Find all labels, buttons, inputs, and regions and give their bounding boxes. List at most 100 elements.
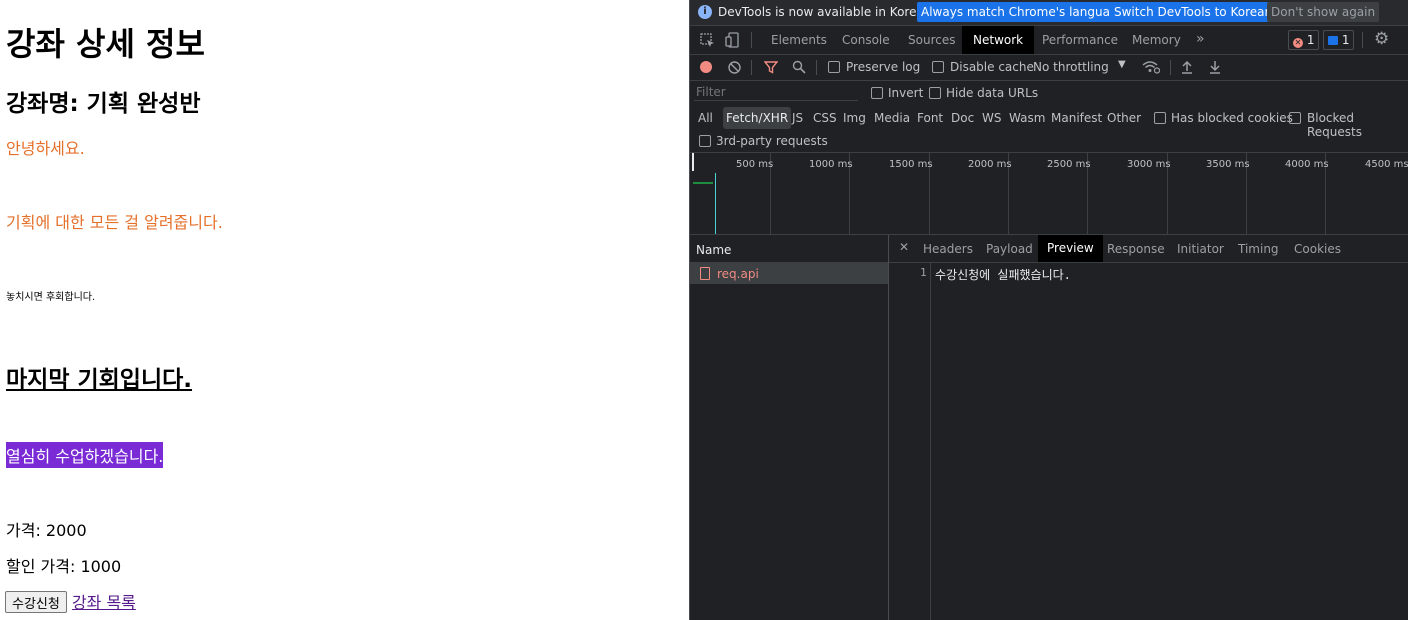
tab-memory[interactable]: Memory [1132, 33, 1181, 47]
line-number: 1 [920, 266, 927, 279]
clear-icon[interactable] [728, 61, 741, 74]
timeline-request-bar [693, 182, 713, 184]
third-party-row: 3rd-party requests [690, 130, 1408, 153]
third-party-checkbox[interactable] [699, 135, 711, 147]
timeline-selection-handle[interactable] [692, 153, 694, 171]
network-conditions-icon[interactable] [1142, 60, 1160, 74]
type-filter-wasm[interactable]: Wasm [1009, 111, 1045, 125]
detail-tab-preview[interactable]: Preview [1038, 235, 1103, 262]
highlighted-text: 열심히 수업하겠습니다. [6, 442, 164, 468]
timeline-tick: 3000 ms [1127, 159, 1171, 170]
throttling-dropdown-icon[interactable]: ▼ [1118, 59, 1126, 70]
price-text: 가격: 2000 [6, 521, 87, 540]
filter-input[interactable] [694, 84, 858, 101]
network-timeline-overview[interactable]: 500 ms 1000 ms 1500 ms 2000 ms 2500 ms 3… [690, 153, 1408, 235]
type-filter-img[interactable]: Img [843, 111, 866, 125]
detail-tab-headers[interactable]: Headers [923, 242, 973, 256]
tab-elements[interactable]: Elements [771, 33, 827, 47]
toolbar-divider [816, 60, 817, 75]
timeline-event-marker [715, 173, 716, 234]
request-row[interactable]: req.api [690, 263, 888, 284]
search-icon[interactable] [792, 60, 806, 74]
devtools-panel: i DevTools is now available in Korean! A… [689, 0, 1408, 620]
timeline-tick: 3500 ms [1206, 159, 1250, 170]
detail-tabbar: ✕ Headers Payload Preview Response Initi… [889, 235, 1408, 263]
timeline-tick: 1500 ms [889, 159, 933, 170]
preserve-log-checkbox[interactable] [828, 61, 840, 73]
timeline-tick: 4500 ms [1365, 159, 1408, 170]
page-title: 강좌 상세 정보 [6, 25, 205, 63]
disable-cache-label: Disable cache [950, 60, 1034, 74]
hide-data-urls-checkbox[interactable] [929, 87, 941, 99]
network-lower-split: Name req.api ✕ Headers Payload Preview R… [690, 235, 1408, 620]
detail-tab-response[interactable]: Response [1107, 242, 1165, 256]
error-count-badge[interactable]: ✕ 1 [1288, 30, 1320, 50]
invert-checkbox[interactable] [871, 87, 883, 99]
tab-sources[interactable]: Sources [908, 33, 955, 47]
type-filter-media[interactable]: Media [874, 111, 910, 125]
type-filter-other[interactable]: Other [1107, 111, 1141, 125]
request-list-header[interactable]: Name [690, 235, 888, 263]
disable-cache-checkbox[interactable] [932, 61, 944, 73]
record-icon[interactable] [700, 61, 712, 73]
tab-console[interactable]: Console [842, 33, 890, 47]
type-filter-all[interactable]: All [698, 111, 713, 125]
tab-divider [1362, 32, 1363, 48]
timeline-tick: 2500 ms [1047, 159, 1091, 170]
request-detail-pane: ✕ Headers Payload Preview Response Initi… [889, 235, 1408, 620]
type-filter-css[interactable]: CSS [813, 111, 837, 125]
match-language-button[interactable]: Always match Chrome's language [917, 2, 1129, 22]
dont-show-again-button[interactable]: Don't show again [1267, 2, 1380, 22]
error-icon: ✕ [1293, 38, 1303, 48]
preview-content: 수강신청에 실패했습니다. [935, 268, 1071, 282]
timeline-tick: 4000 ms [1285, 159, 1329, 170]
device-toolbar-icon[interactable] [725, 32, 740, 48]
tab-performance[interactable]: Performance [1042, 33, 1118, 47]
name-column-header: Name [696, 243, 732, 257]
enroll-button[interactable]: 수강신청 [5, 591, 67, 613]
preserve-log-label: Preserve log [846, 60, 921, 74]
import-har-icon[interactable] [1181, 60, 1193, 74]
course-list-link[interactable]: 강좌 목록 [72, 593, 136, 612]
line-gutter: 1 [889, 263, 931, 620]
invert-label: Invert [888, 86, 924, 100]
message-count: 1 [1341, 33, 1350, 47]
type-filter-ws[interactable]: WS [982, 111, 1001, 125]
filter-row: Invert Hide data URLs [690, 81, 1408, 105]
discount-price-text: 할인 가격: 1000 [6, 557, 122, 576]
message-count-badge[interactable]: 1 [1323, 30, 1355, 50]
more-tabs-chevron-icon[interactable]: » [1196, 31, 1205, 47]
detail-tab-cookies[interactable]: Cookies [1294, 242, 1341, 256]
small-note-text: 놓치시면 후회합니다. [6, 292, 96, 303]
export-har-icon[interactable] [1209, 60, 1221, 74]
blocked-requests-checkbox[interactable] [1289, 112, 1301, 124]
type-filter-fetch-xhr[interactable]: Fetch/XHR [723, 107, 792, 129]
toolbar-divider [751, 60, 752, 75]
switch-language-button[interactable]: Switch DevTools to Korean [1110, 2, 1277, 22]
timeline-tick: 1000 ms [809, 159, 853, 170]
language-banner: i DevTools is now available in Korean! A… [690, 0, 1408, 26]
inspect-element-icon[interactable] [700, 33, 715, 48]
devtools-tabbar: Elements Console Sources Network Perform… [690, 26, 1408, 55]
detail-tab-initiator[interactable]: Initiator [1177, 242, 1224, 256]
type-filter-manifest[interactable]: Manifest [1051, 111, 1102, 125]
request-file-icon [700, 267, 710, 280]
greeting-text: 안녕하세요. [6, 139, 85, 158]
type-filter-doc[interactable]: Doc [951, 111, 974, 125]
throttling-select[interactable]: No throttling [1033, 60, 1109, 74]
tab-divider [751, 32, 752, 48]
has-blocked-cookies-checkbox[interactable] [1154, 112, 1166, 124]
course-detail-page: 강좌 상세 정보 강좌명: 기획 완성반 안녕하세요. 기획에 대한 모든 걸 … [0, 0, 690, 620]
type-filter-js[interactable]: JS [792, 111, 803, 125]
detail-tab-timing[interactable]: Timing [1238, 242, 1279, 256]
course-name-heading: 강좌명: 기획 완성반 [6, 91, 201, 117]
hide-data-urls-label: Hide data URLs [946, 86, 1039, 100]
type-filter-font[interactable]: Font [917, 111, 943, 125]
tab-network[interactable]: Network [962, 26, 1035, 54]
request-name: req.api [717, 267, 759, 281]
filter-icon[interactable] [764, 60, 778, 74]
has-blocked-cookies-label: Has blocked cookies [1171, 111, 1293, 125]
close-detail-icon[interactable]: ✕ [899, 240, 909, 254]
settings-gear-icon[interactable]: ⚙ [1374, 29, 1389, 49]
detail-tab-payload[interactable]: Payload [986, 242, 1033, 256]
